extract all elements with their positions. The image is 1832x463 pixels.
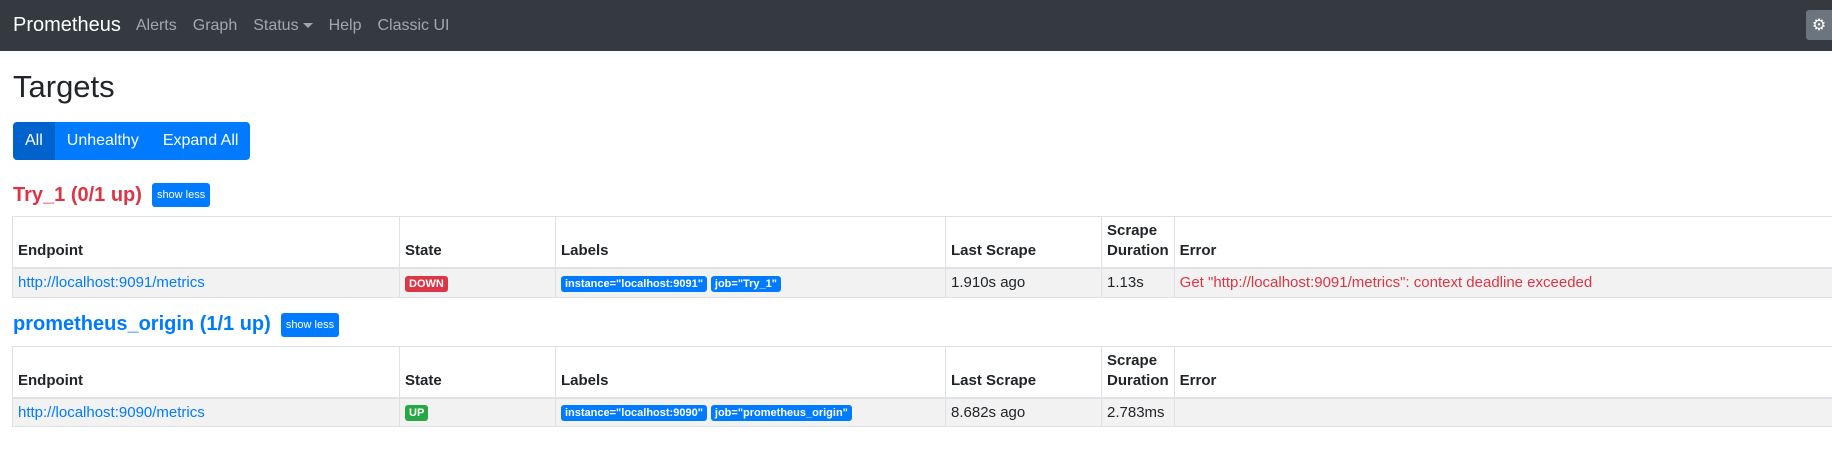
labels-cell: instance="localhost:9091" job="Try_1": [555, 267, 946, 298]
nav-status-dropdown[interactable]: Status: [245, 17, 320, 35]
error-cell: Get "http://localhost:9091/metrics": con…: [1173, 267, 1832, 298]
col-scrape-duration-line1: Scrape: [1107, 222, 1158, 240]
pool-title-link[interactable]: Try_1 (0/1 up): [13, 184, 142, 207]
show-less-button[interactable]: show less: [280, 312, 340, 337]
col-endpoint: Endpoint: [12, 345, 400, 399]
table-header-row: Endpoint State Labels Last Scrape Scrape…: [12, 216, 1832, 270]
endpoint-cell: http://localhost:9090/metrics: [12, 397, 400, 428]
col-scrape-duration-line2: Duration: [1107, 371, 1169, 389]
page-title: Targets: [13, 69, 115, 104]
endpoint-link[interactable]: http://localhost:9091/metrics: [18, 274, 205, 291]
state-badge: DOWN: [405, 275, 448, 292]
theme-toggle-button[interactable]: ⚙: [1806, 10, 1832, 40]
label-badge: instance="localhost:9090": [561, 405, 707, 422]
col-last-scrape: Last Scrape: [945, 216, 1102, 270]
col-state: State: [399, 345, 556, 399]
chevron-down-icon: [302, 23, 313, 28]
main-content: Targets All Unhealthy Expand All Try_1 (…: [0, 69, 1832, 428]
col-scrape-duration: Scrape Duration: [1101, 345, 1175, 399]
nav-classic-ui[interactable]: Classic UI: [369, 17, 457, 35]
endpoint-cell: http://localhost:9091/metrics: [12, 267, 400, 298]
filter-all-button[interactable]: All: [13, 122, 55, 161]
col-labels: Labels: [555, 345, 946, 399]
expand-all-button[interactable]: Expand All: [150, 122, 251, 161]
col-last-scrape: Last Scrape: [945, 345, 1102, 399]
col-error: Error: [1173, 345, 1832, 399]
pool-title-link[interactable]: prometheus_origin (1/1 up): [13, 313, 271, 336]
top-navbar: Prometheus Alerts Graph Status Help Clas…: [0, 0, 1832, 51]
nav-status-label: Status: [253, 16, 299, 34]
filter-unhealthy-button[interactable]: Unhealthy: [54, 122, 151, 161]
duration-cell: 1.13s: [1101, 267, 1175, 298]
state-cell: UP: [399, 397, 556, 428]
state-badge: UP: [405, 405, 429, 422]
last-scrape-cell: 8.682s ago: [945, 397, 1102, 428]
table-header-row: Endpoint State Labels Last Scrape Scrape…: [12, 345, 1832, 399]
col-endpoint: Endpoint: [12, 216, 400, 270]
col-error: Error: [1173, 216, 1832, 270]
col-scrape-duration-line2: Duration: [1107, 242, 1169, 260]
col-labels: Labels: [555, 216, 946, 270]
table-row: http://localhost:9091/metrics DOWN insta…: [12, 267, 1832, 298]
nav-graph[interactable]: Graph: [185, 17, 245, 35]
filter-button-group: All Unhealthy Expand All: [13, 122, 251, 161]
targets-table: Endpoint State Labels Last Scrape Scrape…: [12, 345, 1832, 428]
duration-cell: 2.783ms: [1101, 397, 1175, 428]
col-scrape-duration-line1: Scrape: [1107, 351, 1158, 369]
show-less-button[interactable]: show less: [151, 183, 211, 208]
col-scrape-duration: Scrape Duration: [1101, 216, 1175, 270]
table-row: http://localhost:9090/metrics UP instanc…: [12, 397, 1832, 428]
error-cell: [1173, 397, 1832, 428]
endpoint-link[interactable]: http://localhost:9090/metrics: [18, 404, 205, 421]
pool-header: Try_1 (0/1 up) show less: [13, 179, 1819, 211]
gear-icon: ⚙: [1811, 17, 1827, 34]
labels-cell: instance="localhost:9090" job="prometheus…: [555, 397, 946, 428]
last-scrape-cell: 1.910s ago: [945, 267, 1102, 298]
targets-table: Endpoint State Labels Last Scrape Scrape…: [12, 216, 1832, 298]
label-badge: instance="localhost:9091": [561, 275, 707, 292]
pool-header: prometheus_origin (1/1 up) show less: [13, 309, 1819, 341]
state-cell: DOWN: [399, 267, 556, 298]
nav-alerts[interactable]: Alerts: [128, 17, 185, 35]
label-badge: job="prometheus_origin": [710, 405, 852, 422]
col-state: State: [399, 216, 556, 270]
nav-help[interactable]: Help: [321, 17, 370, 35]
label-badge: job="Try_1": [710, 275, 782, 292]
brand-link[interactable]: Prometheus: [13, 14, 121, 37]
